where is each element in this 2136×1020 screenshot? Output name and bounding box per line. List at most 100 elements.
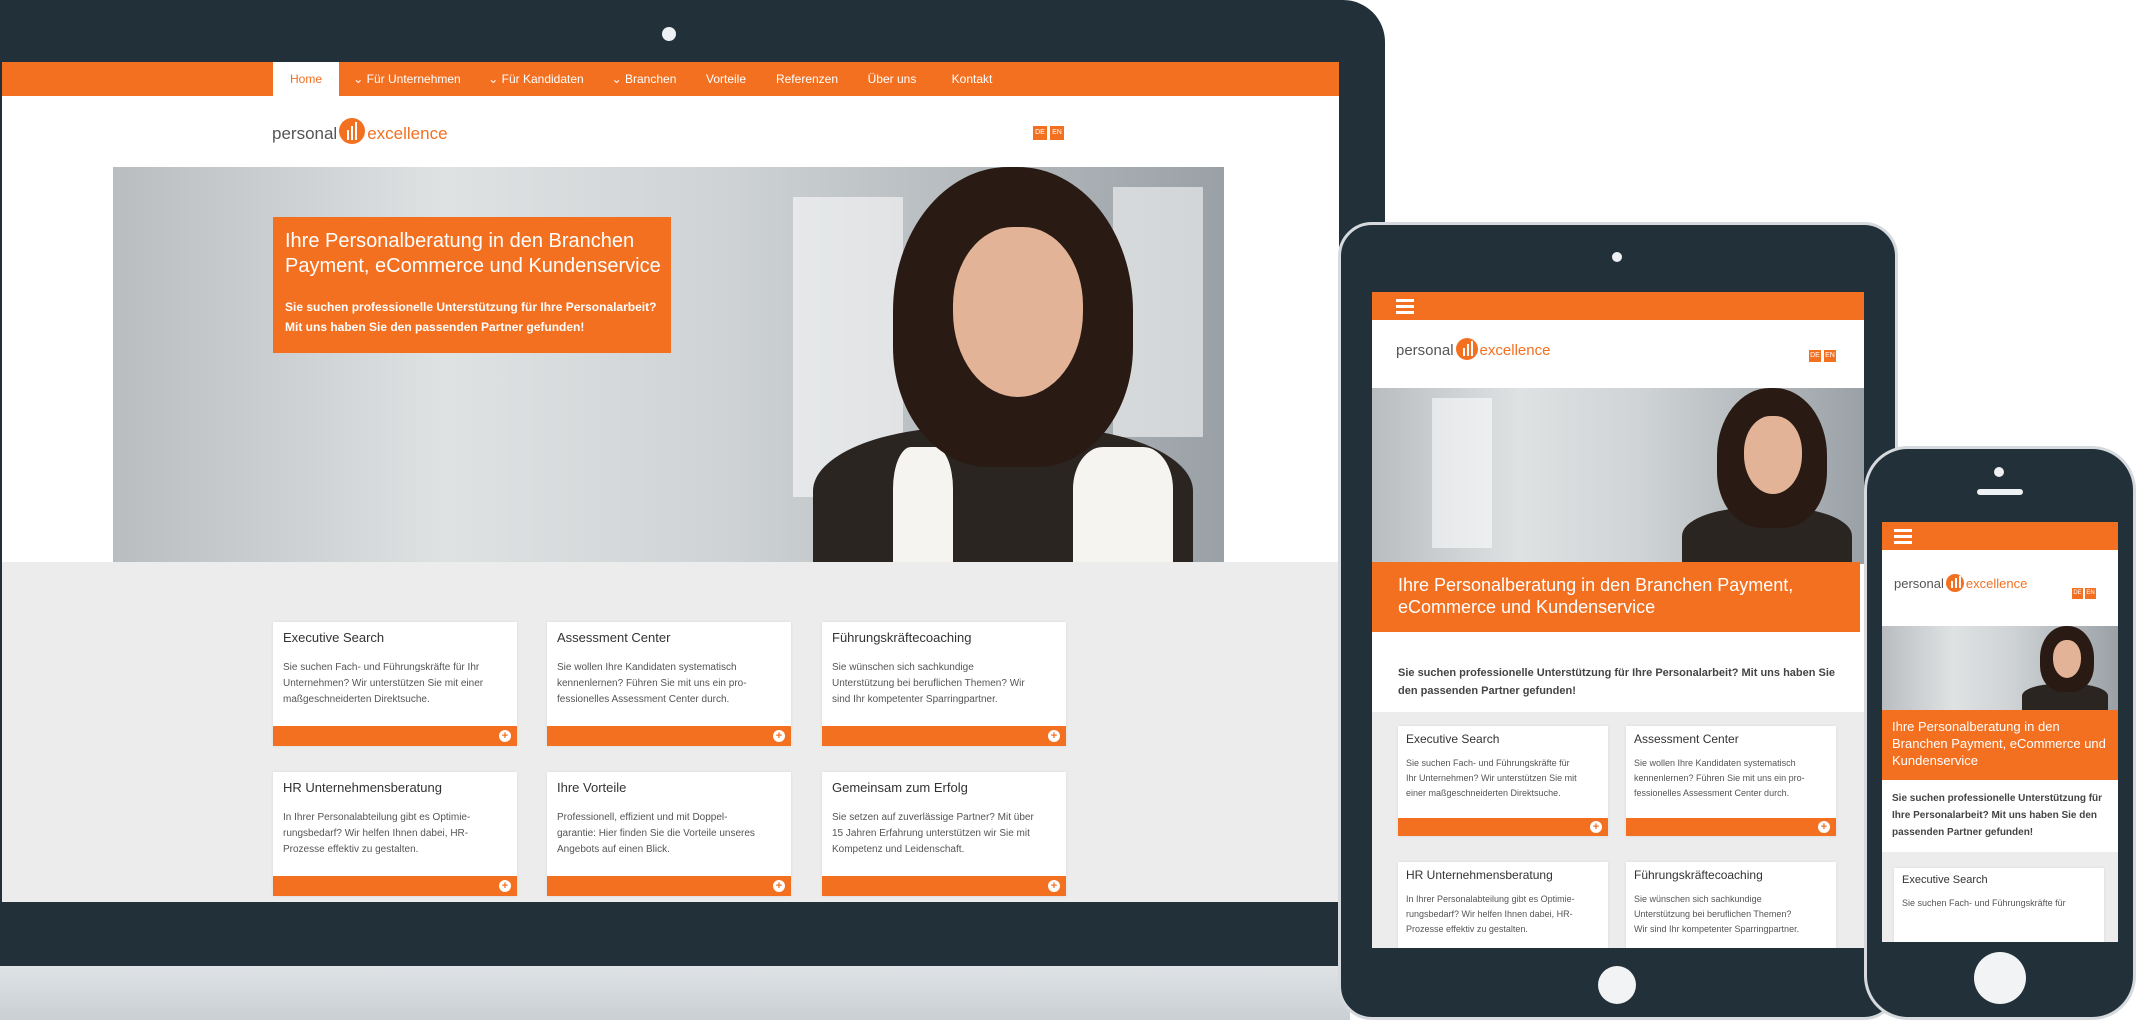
person-shirt bbox=[1073, 447, 1173, 562]
phone-home-button bbox=[1974, 952, 2026, 1004]
plus-circle-icon: + bbox=[1048, 880, 1060, 892]
phone-hero-subtitle: Sie suchen professionelle Unterstützung … bbox=[1892, 793, 2103, 838]
tablet-nav bbox=[1372, 292, 1864, 320]
tablet-brand-logo[interactable]: personal excellence bbox=[1396, 338, 1550, 360]
hero-text-box: Ihre Personalberatung in den Branchen Pa… bbox=[273, 217, 671, 353]
lang-en[interactable]: EN bbox=[1050, 126, 1064, 140]
laptop-base bbox=[0, 966, 1350, 1020]
person-face bbox=[953, 227, 1083, 397]
phone-screen: personal excellence DE EN Ihre Personalbe… bbox=[1882, 522, 2118, 942]
tablet-hero-box: Ihre Personalberatung in den Branchen Pa… bbox=[1372, 562, 1860, 632]
logo-text-excellence: excellence bbox=[367, 124, 448, 143]
card-text: Sie suchen Fach- und Führungskräfte für … bbox=[283, 662, 484, 705]
tablet-hero-image bbox=[1372, 388, 1864, 564]
nav-item-ueber-uns[interactable]: Über uns bbox=[862, 62, 922, 96]
card-title: Executive Search bbox=[1406, 732, 1500, 746]
phone-hero-image bbox=[1882, 626, 2118, 710]
phone-nav bbox=[1882, 522, 2118, 550]
lang-en[interactable]: EN bbox=[1824, 350, 1836, 362]
tablet-home-button bbox=[1598, 966, 1636, 1004]
chevron-down-icon: ⌄ bbox=[353, 72, 367, 86]
service-card[interactable]: Executive Search Sie suchen Fach- und Fü… bbox=[273, 622, 517, 746]
plus-circle-icon: + bbox=[773, 880, 785, 892]
hero-subtitle: Sie suchen professionelle Unterstützung … bbox=[285, 297, 656, 337]
phone-hero-box: Ihre Personalberatung in den Branchen Pa… bbox=[1882, 710, 2118, 780]
hamburger-menu-icon[interactable] bbox=[1396, 299, 1414, 317]
card-title: Assessment Center bbox=[557, 630, 671, 645]
window-pane bbox=[1432, 398, 1492, 548]
hero-title: Ihre Personalberatung in den Branchen Pa… bbox=[285, 229, 661, 279]
logo-mark-icon bbox=[339, 118, 366, 144]
phone-camera bbox=[1994, 467, 2004, 477]
service-card[interactable]: Executive Search Sie suchen Fach- und Fü… bbox=[1398, 726, 1608, 836]
nav-label: Branchen bbox=[625, 72, 677, 86]
laptop-camera bbox=[662, 27, 676, 41]
card-more-bar[interactable]: + bbox=[1626, 818, 1836, 836]
lang-de[interactable]: DE bbox=[1809, 350, 1821, 362]
card-text: Sie wollen Ihre Kandidaten systematisch k… bbox=[1634, 758, 1805, 798]
lang-de[interactable]: DE bbox=[2072, 588, 2083, 599]
hero-title: Ihre Personalberatung in den Branchen Pa… bbox=[1398, 575, 1794, 617]
service-card[interactable]: Assessment Center Sie wollen Ihre Kandid… bbox=[1626, 726, 1836, 836]
card-title: Ihre Vorteile bbox=[557, 780, 627, 795]
nav-item-fuer-kandidaten[interactable]: ⌄ Für Kandidaten bbox=[486, 62, 586, 96]
card-text: In Ihrer Personalabteilung gibt es Optim… bbox=[283, 812, 471, 855]
plus-circle-icon: + bbox=[1818, 821, 1830, 833]
plus-circle-icon: + bbox=[499, 880, 511, 892]
nav-item-home[interactable]: Home bbox=[273, 62, 339, 96]
service-card[interactable]: Führungskräftecoaching Sie wünschen sich… bbox=[822, 622, 1066, 746]
chevron-down-icon: ⌄ bbox=[488, 72, 502, 86]
card-more-bar[interactable]: + bbox=[822, 876, 1066, 896]
lang-de[interactable]: DE bbox=[1033, 126, 1047, 140]
card-title: Führungskräftecoaching bbox=[832, 630, 972, 645]
nav-item-vorteile[interactable]: Vorteile bbox=[698, 62, 754, 96]
card-more-bar[interactable]: + bbox=[273, 876, 517, 896]
card-more-bar[interactable]: + bbox=[822, 726, 1066, 746]
hero-title-line: Payment, eCommerce und Kundenservice bbox=[285, 255, 661, 277]
service-card[interactable]: HR Unternehmensberatung In Ihrer Persona… bbox=[273, 772, 517, 896]
nav-item-branchen[interactable]: ⌄ Branchen bbox=[608, 62, 680, 96]
tablet-screen: personal excellence DE EN Ihre Personalbe… bbox=[1372, 292, 1864, 948]
card-more-bar[interactable]: + bbox=[273, 726, 517, 746]
card-more-bar[interactable]: + bbox=[1398, 818, 1608, 836]
card-title: Gemeinsam zum Erfolg bbox=[832, 780, 968, 795]
person-shirt bbox=[893, 447, 953, 562]
person-face bbox=[2053, 640, 2081, 678]
brand-logo[interactable]: personal excellence bbox=[272, 118, 448, 144]
card-title: HR Unternehmensberatung bbox=[1406, 868, 1553, 882]
card-title: Führungskräftecoaching bbox=[1634, 868, 1763, 882]
logo-mark-icon bbox=[1455, 338, 1478, 360]
card-text: Professionell, effizient und mit Doppel-… bbox=[557, 812, 755, 855]
lang-en[interactable]: EN bbox=[2085, 588, 2096, 599]
card-more-bar[interactable]: + bbox=[547, 876, 791, 896]
nav-item-fuer-unternehmen[interactable]: ⌄ Für Unternehmen bbox=[352, 62, 462, 96]
nav-item-referenzen[interactable]: Referenzen bbox=[772, 62, 842, 96]
logo-text-excellence: excellence bbox=[1965, 576, 2028, 591]
plus-circle-icon: + bbox=[499, 730, 511, 742]
card-text: Sie wünschen sich sachkundige Unterstützu… bbox=[1634, 894, 1800, 934]
nav-item-kontakt[interactable]: Kontakt bbox=[942, 62, 1002, 96]
card-text: Sie wünschen sich sachkundige Unterstützu… bbox=[832, 662, 1025, 705]
plus-circle-icon: + bbox=[1048, 730, 1060, 742]
phone-brand-logo[interactable]: personal excellence bbox=[1894, 574, 2027, 592]
card-title: HR Unternehmensberatung bbox=[283, 780, 442, 795]
nav-label: Für Unternehmen bbox=[366, 72, 461, 86]
service-card[interactable]: HR Unternehmensberatung In Ihrer Persona… bbox=[1398, 862, 1608, 948]
card-more-bar[interactable]: + bbox=[547, 726, 791, 746]
service-card[interactable]: Gemeinsam zum Erfolg Sie setzen auf zuve… bbox=[822, 772, 1066, 896]
person-face bbox=[1744, 416, 1802, 494]
service-card[interactable]: Ihre Vorteile Professionell, effizient u… bbox=[547, 772, 791, 896]
card-text: Sie suchen Fach- und Führungskräfte für bbox=[1902, 898, 2066, 908]
service-card[interactable]: Executive Search Sie suchen Fach- und Fü… bbox=[1894, 868, 2104, 942]
chevron-down-icon: ⌄ bbox=[611, 72, 625, 86]
hamburger-menu-icon[interactable] bbox=[1894, 529, 1912, 547]
card-title: Executive Search bbox=[283, 630, 385, 645]
main-nav: Home ⌄ Für Unternehmen ⌄ Für Kandidaten … bbox=[2, 62, 1339, 96]
hero-title-line: Ihre Personalberatung in den Branchen bbox=[285, 230, 635, 252]
tablet-camera bbox=[1612, 252, 1622, 262]
service-card[interactable]: Führungskräftecoaching Sie wünschen sich… bbox=[1626, 862, 1836, 948]
service-card[interactable]: Assessment Center Sie wollen Ihre Kandid… bbox=[547, 622, 791, 746]
tablet-hero-subtitle: Sie suchen professionelle Unterstützung … bbox=[1398, 667, 1836, 697]
card-title: Assessment Center bbox=[1634, 732, 1739, 746]
logo-text-personal: personal bbox=[1894, 576, 1944, 591]
